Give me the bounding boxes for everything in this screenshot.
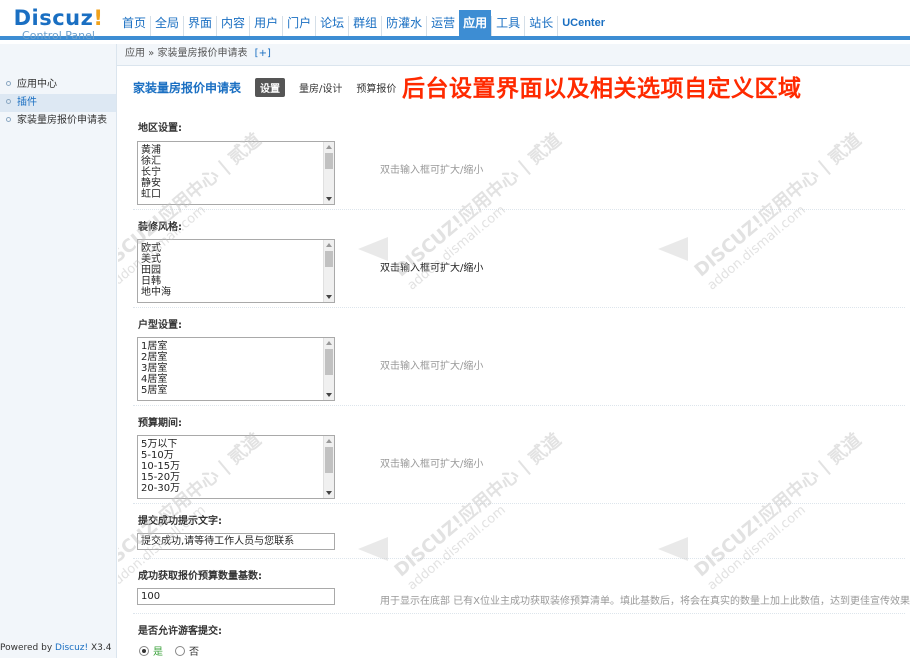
- divider: [133, 613, 905, 614]
- nav-content[interactable]: 内容: [216, 16, 249, 36]
- watermark: DISCUZ!应用中心 | 贰道 addon.dismall.com: [690, 429, 866, 594]
- main-content: 家装量房报价申请表 设置 量房/设计 预算报价 后台设置界面以及相关选项自定义区…: [118, 67, 910, 658]
- sidebar-item-label: 家装量房报价申请表: [17, 115, 107, 126]
- scrollbar[interactable]: [323, 338, 334, 400]
- watermark-arrow: [358, 237, 388, 261]
- tab-measure-design[interactable]: 量房/设计: [299, 80, 342, 95]
- layout-hint: 双击输入框可扩大/缩小: [380, 361, 484, 372]
- success-text-title: 提交成功提示文字:: [138, 516, 222, 527]
- plugin-subnav: 家装量房报价申请表 设置 量房/设计 预算报价: [133, 77, 410, 97]
- annotation-text: 后台设置界面以及相关选项自定义区域: [402, 76, 802, 102]
- nav-users[interactable]: 用户: [249, 16, 282, 36]
- nav-portal[interactable]: 门户: [282, 16, 315, 36]
- no-label[interactable]: 否: [189, 643, 199, 658]
- bullet-icon: [6, 117, 11, 122]
- guest-submit-radio-group: 是 否: [139, 643, 211, 658]
- logo-title: Discuz!: [13, 6, 104, 30]
- style-hint: 双击输入框可扩大/缩小: [380, 263, 484, 274]
- budget-setting-title: 预算期间:: [138, 418, 182, 429]
- nav-forum[interactable]: 论坛: [315, 16, 348, 36]
- sidebar-item-label: 应用中心: [17, 79, 57, 90]
- add-shortcut-link[interactable]: [+]: [255, 48, 271, 59]
- divider: [133, 503, 905, 504]
- logo-subtitle: Control Panel: [22, 29, 95, 42]
- tab-budget-quote[interactable]: 预算报价: [356, 80, 396, 95]
- region-setting-title: 地区设置:: [138, 123, 182, 134]
- watermark-arrow: [658, 237, 688, 261]
- yes-label[interactable]: 是: [153, 643, 163, 658]
- nav-interface[interactable]: 界面: [183, 16, 216, 36]
- divider: [133, 405, 905, 406]
- nav-groups[interactable]: 群组: [348, 16, 381, 36]
- budget-hint: 双击输入框可扩大/缩小: [380, 459, 484, 470]
- discuz-link[interactable]: Discuz!: [55, 643, 88, 653]
- divider: [133, 209, 905, 210]
- scrollbar[interactable]: [323, 240, 334, 302]
- bullet-icon: [6, 81, 11, 86]
- style-options-textarea[interactable]: 欧式 美式 田园 日韩 地中海: [137, 239, 335, 303]
- region-options-textarea[interactable]: 黄浦 徐汇 长宁 静安 虹口: [137, 141, 335, 205]
- style-setting-title: 装修风格:: [138, 222, 182, 233]
- sidebar-item-plugin-form[interactable]: 家装量房报价申请表: [0, 112, 116, 130]
- scrollbar[interactable]: [323, 142, 334, 204]
- nav-antispam[interactable]: 防灌水: [381, 16, 426, 36]
- success-text-input[interactable]: 提交成功,请等待工作人员与您联系: [137, 533, 335, 550]
- guest-submit-yes-radio[interactable]: [139, 645, 149, 656]
- plugin-title: 家装量房报价申请表: [133, 80, 242, 95]
- sidebar-item-label: 插件: [17, 97, 37, 108]
- scrollbar[interactable]: [323, 436, 334, 498]
- guest-submit-no-radio[interactable]: [175, 645, 185, 656]
- bullet-icon: [6, 99, 11, 104]
- nav-admin[interactable]: 站长: [524, 16, 557, 36]
- copyright: Powered by Discuz! X3.4: [0, 643, 112, 653]
- nav-home[interactable]: 首页: [118, 16, 150, 36]
- nav-ucenter[interactable]: UCenter: [557, 16, 609, 36]
- logo[interactable]: Discuz! Control Panel: [0, 0, 117, 42]
- divider: [133, 558, 905, 559]
- layout-options-textarea[interactable]: 1居室 2居室 3居室 4居室 5居室: [137, 337, 335, 401]
- sidebar-menu: 应用中心 插件 家装量房报价申请表: [0, 76, 116, 130]
- header: Discuz! Control Panel 首页 全局 界面 内容 用户 门户 …: [0, 0, 910, 42]
- sidebar-item-app-center[interactable]: 应用中心: [0, 76, 116, 94]
- nav-global[interactable]: 全局: [150, 16, 183, 36]
- tab-settings[interactable]: 设置: [255, 77, 286, 97]
- top-navigation: 首页 全局 界面 内容 用户 门户 论坛 群组 防灌水 运营 应用 工具 站长 …: [118, 8, 609, 36]
- budget-options-textarea[interactable]: 5万以下 5-10万 10-15万 15-20万 20-30万: [137, 435, 335, 499]
- breadcrumb: 应用 » 家装量房报价申请表 [+]: [117, 44, 910, 66]
- nav-operations[interactable]: 运营: [426, 16, 459, 36]
- guest-submit-title: 是否允许游客提交:: [138, 626, 222, 637]
- base-count-title: 成功获取报价预算数量基数:: [138, 571, 262, 582]
- region-hint: 双击输入框可扩大/缩小: [380, 165, 484, 176]
- sidebar: 应用中心 插件 家装量房报价申请表 Powered by Discuz! X3.…: [0, 44, 117, 658]
- watermark: DISCUZ!应用中心 | 贰道 addon.dismall.com: [390, 429, 566, 594]
- base-count-hint: 用于显示在底部 已有X位业主成功获取装修预算清单。填此基数后，将会在真实的数量上…: [380, 596, 910, 607]
- divider: [133, 307, 905, 308]
- sidebar-item-plugins[interactable]: 插件: [0, 94, 116, 112]
- nav-tools[interactable]: 工具: [491, 16, 524, 36]
- base-count-input[interactable]: 100: [137, 588, 335, 605]
- nav-apps[interactable]: 应用: [459, 10, 492, 36]
- layout-setting-title: 户型设置:: [138, 320, 182, 331]
- breadcrumb-path: 应用 » 家装量房报价申请表: [125, 48, 248, 59]
